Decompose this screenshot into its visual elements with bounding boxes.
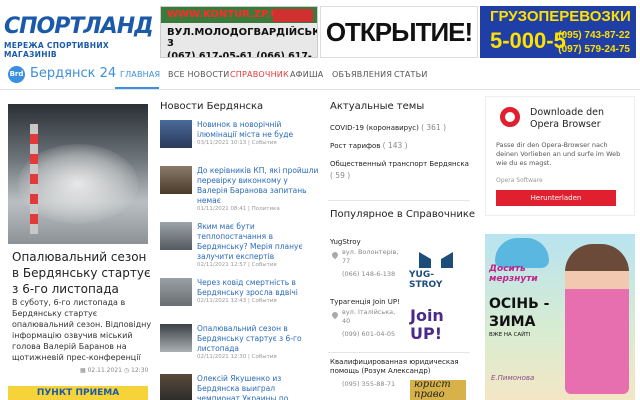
news-thumb[interactable] [160,324,192,352]
chimney-shape [30,124,38,234]
topic-name[interactable]: Рост тарифов [330,142,380,150]
banner-row: СПОРТЛАНДИЯ МЕРЕЖА СПОРТИВНИХ МАГАЗИНІВ … [0,0,640,60]
feature-meta: ▦ 02.11.2021 ◷ 12:30 [80,367,148,374]
sportlandia-tagline: МЕРЕЖА СПОРТИВНИХ МАГАЗИНІВ [4,41,110,58]
section-divider [328,352,470,353]
news-thumb[interactable] [160,120,192,148]
feature-title[interactable]: Опалювальний сезон в Бердянську стартує … [12,249,152,297]
news-thumb[interactable] [160,374,192,400]
nav-active-underline [115,87,159,89]
kontur-banner[interactable]: WWW.KONTUR.ZP.UA ВУЛ.МОЛОДОГВАРДІЙСЬКА, … [160,6,318,58]
topic-count: ( 361 ) [421,123,447,132]
news-thumb[interactable] [160,222,192,250]
joinup-logo-text: Join UP! [410,306,444,343]
topics-heading: Актуальные темы [330,101,425,112]
news-meta: 03/11/2021 10:13 | События [197,140,277,146]
nav-item-afisha[interactable]: АФИША [290,70,323,79]
opera-download-button[interactable]: Herunterladen [496,190,616,206]
news-title[interactable]: Новинок в новорічній ілюмінації міста не… [197,120,319,140]
news-thumb[interactable] [160,278,192,306]
news-title[interactable]: Олексій Якушенко из Бердянска выиграл че… [197,374,319,400]
side-ad[interactable]: Досить мерзнути ОСІНЬ - ЗИМА ВЖЕ НА САЙТ… [485,234,635,400]
clock-icon: ◷ [123,367,130,374]
cargo-phone-2: (097) 579-24-75 [558,44,630,55]
kontur-address: ВУЛ.МОЛОДОГВАРДІЙСЬКА, 3 [167,27,318,49]
feature-text: В суботу, 6-го листопада в Бердянську ст… [12,298,152,362]
nav-item-home[interactable]: ГЛАВНАЯ [120,70,160,79]
topic-count: ( 143 ) [382,141,408,150]
feature-image[interactable] [8,104,148,244]
side-ad-line3: ОСІНЬ - [489,296,550,312]
opera-ad-title[interactable]: Downloade den Opera Browser [530,107,630,131]
nav-item-ads[interactable]: ОБЪЯВЛЕНИЯ [332,70,392,79]
nav-item-articles[interactable]: СТАТЬИ [394,70,428,79]
opera-ad-source: Opera Software [496,177,543,184]
page: СПОРТЛАНДИЯ МЕРЕЖА СПОРТИВНИХ МАГАЗИНІВ … [0,0,640,400]
promo-banner[interactable]: ПУНКТ ПРИЕМА [8,386,148,400]
yugstroy-logo[interactable]: YUG-STROY [405,250,467,290]
promo-label: ПУНКТ ПРИЕМА [36,388,120,398]
sportlandia-banner[interactable]: СПОРТЛАНДИЯ МЕРЕЖА СПОРТИВНИХ МАГАЗИНІВ [4,6,152,58]
news-item[interactable]: Яким має бути теплопостачання в Бердянсь… [160,222,320,268]
model-photo [565,244,629,394]
news-thumb[interactable] [160,166,192,194]
topic-item[interactable]: Рост тарифов ( 143 ) [330,140,470,152]
lawyer-logo[interactable]: юрист право [410,380,466,400]
feature-time: 12:30 [131,367,149,374]
directory-address: вул. Італійська, 40 [342,308,396,325]
side-ad-line2: мерзнути [489,274,538,284]
topic-name[interactable]: COVID-19 (коронавирус) [330,124,419,132]
directory-name[interactable]: YugStroy [330,238,470,246]
site-logo-icon[interactable]: Brd [8,66,25,83]
kontur-logo-icon [273,9,313,22]
cargo-title: ГРУЗОПЕРЕВОЗКИ [490,8,631,25]
opera-ad[interactable]: Downloade den Opera Browser Passe dir de… [485,96,635,216]
news-meta: 02/11/2021 12:30 | События [197,354,277,360]
side-ad-line4: ЗИМА [489,314,536,330]
topic-count: ( 59 ) [330,171,351,180]
feature-date: 02.11.2021 [87,367,122,374]
topic-name[interactable]: Общественный транспорт Бердянска [330,160,469,168]
cargo-banner[interactable]: ГРУЗОПЕРЕВОЗКИ 5-000-5 (095) 743-87-22 (… [480,6,636,58]
topics-list: COVID-19 (коронавирус) ( 361 ) Рост тари… [330,122,470,182]
directory-heading: Популярное в Справочнике [330,209,476,220]
side-ad-line5: ВЖЕ НА САЙТІ [489,332,531,338]
side-ad-brand: Е.Пимонова [491,374,535,382]
section-divider [328,200,470,201]
news-meta: 02/11/2021 12:43 | События [197,298,277,304]
topic-item[interactable]: COVID-19 (коронавирус) ( 361 ) [330,122,470,134]
news-title[interactable]: Через ковід смертність в Бердянську зрос… [197,278,319,298]
news-heading: Новости Бердянска [160,101,264,112]
cargo-number: 5-000-5 [490,28,566,53]
news-item[interactable]: Через ковід смертність в Бердянську зрос… [160,278,320,318]
side-ad-line1: Досить [489,264,526,274]
news-title[interactable]: Опалювальний сезон в Бердянську стартує … [197,324,319,354]
opera-logo-icon [500,107,520,127]
sportlandia-title: СПОРТЛАНДИЯ [4,14,152,39]
news-title[interactable]: Яким має бути теплопостачання в Бердянсь… [197,222,319,262]
directory-name[interactable]: Квалифицированная юридическая помощь (Ро… [330,358,460,376]
news-item[interactable]: Новинок в новорічній ілюмінації міста не… [160,120,320,160]
calendar-icon: ▦ [80,367,86,374]
kontur-phones: (067) 617-05-61 (066) 617-61-83 [167,51,312,58]
news-meta: 01/11/2021 08:41 | Политика [197,206,280,212]
main-nav: Brd Бердянск 24 ГЛАВНАЯ ВСЕ НОВОСТИ СПРА… [0,60,640,90]
opera-ad-text: Passe dir den Opera-Browser nach deinen … [496,141,621,167]
nav-item-directory[interactable]: СПРАВОЧНИК [230,70,289,79]
otkrytie-banner[interactable]: ОТКРЫТИЕ! [320,6,478,58]
nav-item-all-news[interactable]: ВСЕ НОВОСТИ [168,70,229,79]
news-title[interactable]: До керівників КП, які пройшли перевірку … [197,166,319,206]
site-name[interactable]: Бердянск 24 [30,66,116,81]
news-meta: 02/11/2021 12:57 | События [197,262,277,268]
topic-item[interactable]: Общественный транспорт Бердянска ( 59 ) [330,158,470,182]
joinup-logo[interactable]: Join UP! [410,303,466,347]
yugstroy-logo-text: YUG-STROY [409,270,443,290]
directory-address: вул. Волонтерів, 77 [342,248,399,265]
lawyer-logo-text: юрист право [414,379,451,400]
news-item[interactable]: До керівників КП, які пройшли перевірку … [160,166,320,212]
cargo-phone-1: (095) 743-87-22 [558,30,630,41]
news-item[interactable]: Опалювальний сезон в Бердянську стартує … [160,324,320,364]
otkrytie-title: ОТКРЫТИЕ! [325,17,473,47]
news-item[interactable]: Олексій Якушенко из Бердянска выиграл че… [160,374,320,400]
